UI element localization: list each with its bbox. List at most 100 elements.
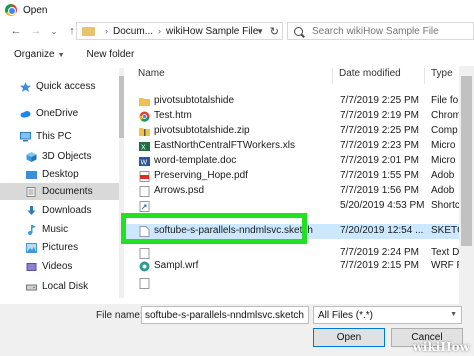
highlight-box [121,213,307,244]
pictures-icon [26,242,37,253]
sidebar-item-label: Documents [42,186,93,197]
title-bar: Open [0,0,474,20]
search-input[interactable] [312,25,462,37]
back-arrow-icon[interactable]: ← [8,23,24,39]
sidebar-item-quick-access[interactable]: Quick access [0,78,119,95]
file-name: pivotsubtotalshide.zip [154,125,250,136]
cube-icon [26,151,37,162]
sidebar-item-onedrive[interactable]: OneDrive [0,105,119,122]
column-header-date[interactable]: Date modified [339,68,401,84]
file-icon [139,278,150,289]
sidebar-item-documents[interactable]: Documents [0,183,119,200]
command-bar: Organize ▼ New folder [0,42,474,66]
file-date: 7/7/2019 2:19 PM [340,110,419,121]
file-type: Chrom [431,110,462,121]
chrome-icon [5,4,17,16]
sidebar-item-label: Quick access [36,81,96,92]
sidebar-item-label: Local Disk [42,281,89,292]
breadcrumb[interactable]: › Docum... › wikiHow Sample File ▼ ↻ [76,22,283,40]
documents-icon [26,186,36,197]
file-name: EastNorthCentralFTWorkers.xls [154,140,295,151]
file-date: 7/7/2019 2:25 PM [340,125,419,136]
file-name: Test.htm [154,110,192,121]
file-date: 7/7/2019 2:23 PM [340,140,419,151]
file-row[interactable]: Preserving_Hope.pdf 7/7/2019 1:55 PM Ado… [124,169,474,184]
file-row[interactable]: Test.htm 7/7/2019 2:19 PM Chrom [124,109,474,124]
file-name-label: File name: [96,310,143,321]
column-divider[interactable] [332,68,333,84]
chevron-down-icon[interactable]: ▼ [256,27,264,36]
file-row[interactable]: W word-template.doc 7/7/2019 2:01 PM Mic… [124,154,474,169]
folder-icon [82,26,95,36]
new-folder-button[interactable]: New folder [87,49,135,60]
file-date: 7/7/2019 2:24 PM [340,247,419,258]
desktop-icon [26,170,37,179]
star-icon [20,81,31,92]
file-type: Comp [431,125,458,136]
column-divider[interactable] [424,68,425,84]
refresh-icon[interactable]: ↻ [270,25,279,38]
sidebar-item-videos[interactable]: Videos [0,258,119,275]
disk-icon [26,284,37,290]
column-header-name[interactable]: Name [138,68,165,84]
file-name: Arrows.psd [154,185,205,196]
music-icon [28,224,36,235]
sidebar-item-3d-objects[interactable]: 3D Objects [0,148,119,165]
breadcrumb-item[interactable]: wikiHow Sample File [166,26,258,37]
file-row[interactable]: pivotsubtotalshide.zip 7/7/2019 2:25 PM … [124,124,474,139]
excel-icon: X [139,142,150,152]
file-date: 5/20/2019 4:53 PM [340,200,425,211]
open-button[interactable]: Open [313,328,385,347]
file-type: Text D [431,247,460,258]
file-type: Shortc [431,200,460,211]
zip-folder-icon [139,128,150,136]
file-date: 7/7/2019 2:25 PM [340,95,419,106]
organize-button[interactable]: Organize ▼ [14,49,65,60]
file-row[interactable]: Arrows.psd 7/7/2019 1:56 PM Adob [124,184,474,199]
file-name: word-template.doc [154,155,237,166]
sidebar-item-local-disk[interactable]: Local Disk [0,278,119,295]
organize-label: Organize [14,48,55,60]
word-icon: W [139,157,150,167]
sidebar-item-label: This PC [36,131,72,142]
svg-text:W: W [141,160,148,167]
file-type: File fo [431,95,459,106]
search-box[interactable] [287,22,474,40]
file-row[interactable]: X EastNorthCentralFTWorkers.xls 7/7/2019… [124,139,474,154]
chevron-down-icon: ▼ [450,311,457,318]
file-type: Micro [431,155,456,166]
cloud-icon [20,110,31,118]
sidebar-item-this-pc[interactable]: This PC [0,128,119,145]
sidebar-item-music[interactable]: Music [0,221,119,238]
sidebar-item-downloads[interactable]: Downloads [0,202,119,219]
search-icon [294,26,303,36]
file-type: Micro [431,140,456,151]
sidebar-item-label: 3D Objects [42,151,92,162]
file-type-select[interactable]: All Files (*.*) ▼ [313,306,462,324]
file-date: 7/7/2019 1:56 PM [340,185,419,196]
file-name-input[interactable] [141,306,309,324]
file-type: Adob [431,185,455,196]
watermark: wikiHow [412,340,470,354]
file-name: Preserving_Hope.pdf [154,170,248,181]
file-list-scrollbar[interactable] [459,66,474,304]
download-icon [27,205,36,215]
pdf-icon [139,171,150,182]
file-row[interactable]: Sampl.wrf 7/7/2019 2:15 PM WRF File [124,259,474,274]
sidebar-item-label: Videos [42,261,73,272]
sidebar-item-desktop[interactable]: Desktop [0,166,119,183]
navigation-pane: Quick access OneDrive This PC 3D Objects… [0,68,119,304]
breadcrumb-item[interactable]: Docum... [113,26,153,37]
file-date: 7/7/2019 1:55 PM [340,170,419,181]
forward-arrow-icon[interactable]: → [28,23,44,39]
file-row[interactable]: 5/20/2019 4:53 PM Shortc [124,199,474,214]
file-date: 7/20/2019 12:54 ... [340,225,424,236]
scrollbar-thumb[interactable] [461,76,472,246]
chrome-icon [139,111,150,122]
svg-text:X: X [141,145,146,152]
file-row[interactable] [124,276,474,291]
column-header-type[interactable]: Type [431,68,453,84]
file-row[interactable]: pivotsubtotalshide 7/7/2019 2:25 PM File… [124,94,474,109]
recent-locations-icon[interactable]: ⌄ [46,23,62,39]
sidebar-item-pictures[interactable]: Pictures [0,239,119,256]
